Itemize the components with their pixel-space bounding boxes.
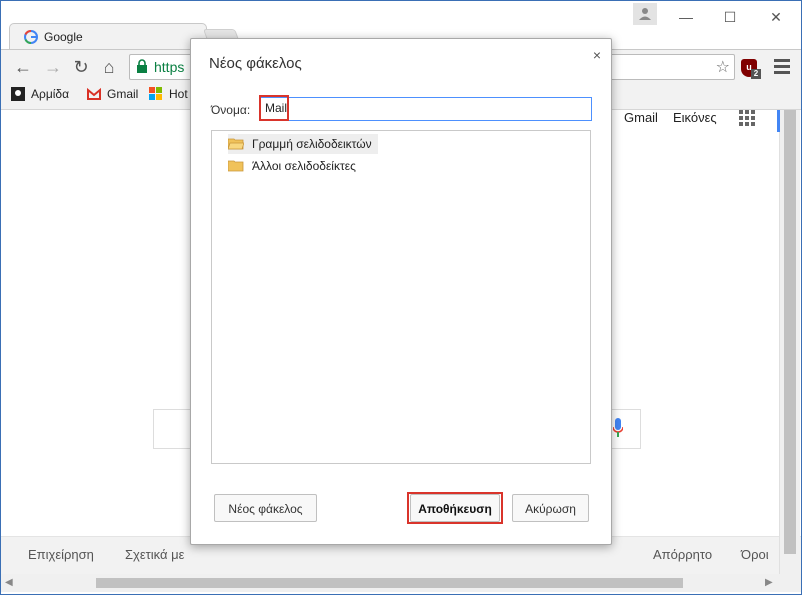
scroll-indicator: [777, 110, 780, 132]
menu-icon[interactable]: [774, 59, 790, 75]
footer-privacy-link[interactable]: Απόρρητο: [653, 547, 712, 562]
new-folder-dialog: Νέος φάκελος × Όνομα: Mail Γραμμή σελιδο…: [190, 38, 612, 545]
save-highlight: [407, 492, 503, 524]
bookmark-gmail[interactable]: Gmail: [87, 87, 138, 101]
vertical-scrollbar[interactable]: [779, 110, 800, 574]
folder-other-bookmarks[interactable]: Άλλοι σελιδοδείκτες: [228, 156, 362, 176]
gmail-icon: [87, 87, 101, 100]
ublock-icon[interactable]: u2: [741, 59, 761, 79]
lock-icon: [137, 59, 147, 73]
footer-about-link[interactable]: Σχετικά με: [125, 547, 184, 562]
back-icon[interactable]: ←: [13, 57, 33, 77]
name-field[interactable]: [260, 97, 592, 121]
bookmark-hotmail[interactable]: Hot: [149, 87, 188, 101]
mic-icon[interactable]: [613, 418, 623, 438]
apps-grid-icon[interactable]: [739, 110, 755, 126]
tab-google[interactable]: Google: [9, 23, 207, 50]
folder-open-icon: [228, 138, 244, 150]
windows-icon: [149, 87, 162, 100]
google-g-icon: [24, 30, 38, 44]
link-images[interactable]: Εικόνες: [673, 110, 717, 125]
folder-icon: [228, 160, 244, 172]
name-label: Όνομα:: [211, 103, 251, 117]
user-icon[interactable]: [633, 3, 657, 25]
folder-tree[interactable]: Γραμμή σελιδοδεικτών Άλλοι σελιδοδείκτες: [211, 130, 591, 464]
horizontal-scroll-thumb[interactable]: [96, 578, 683, 588]
reload-icon[interactable]: ↻: [71, 57, 91, 77]
vertical-scroll-thumb[interactable]: [784, 110, 796, 554]
new-folder-button[interactable]: Νέος φάκελος: [214, 494, 317, 522]
cancel-button[interactable]: Ακύρωση: [512, 494, 589, 522]
horizontal-scrollbar[interactable]: ◀ ▶: [1, 574, 801, 592]
url-text: https: [154, 59, 185, 75]
bookmark-armida[interactable]: Αρμίδα: [11, 87, 69, 101]
minimize-icon[interactable]: —: [671, 9, 701, 25]
pirate-icon: [11, 87, 25, 101]
close-icon[interactable]: ×: [593, 47, 601, 63]
name-highlight: [259, 95, 289, 121]
link-gmail[interactable]: Gmail: [624, 110, 658, 125]
maximize-icon[interactable]: ☐: [715, 9, 745, 26]
tab-title: Google: [44, 30, 83, 44]
close-icon[interactable]: ✕: [761, 9, 791, 26]
home-icon[interactable]: ⌂: [99, 57, 119, 77]
footer-business-link[interactable]: Επιχείρηση: [28, 547, 94, 562]
forward-icon[interactable]: →: [43, 57, 63, 77]
star-icon[interactable]: ☆: [716, 57, 730, 77]
footer-terms-link[interactable]: Όροι: [741, 547, 769, 562]
dialog-title: Νέος φάκελος: [209, 55, 302, 72]
folder-bookmarks-bar[interactable]: Γραμμή σελιδοδεικτών: [228, 134, 378, 154]
